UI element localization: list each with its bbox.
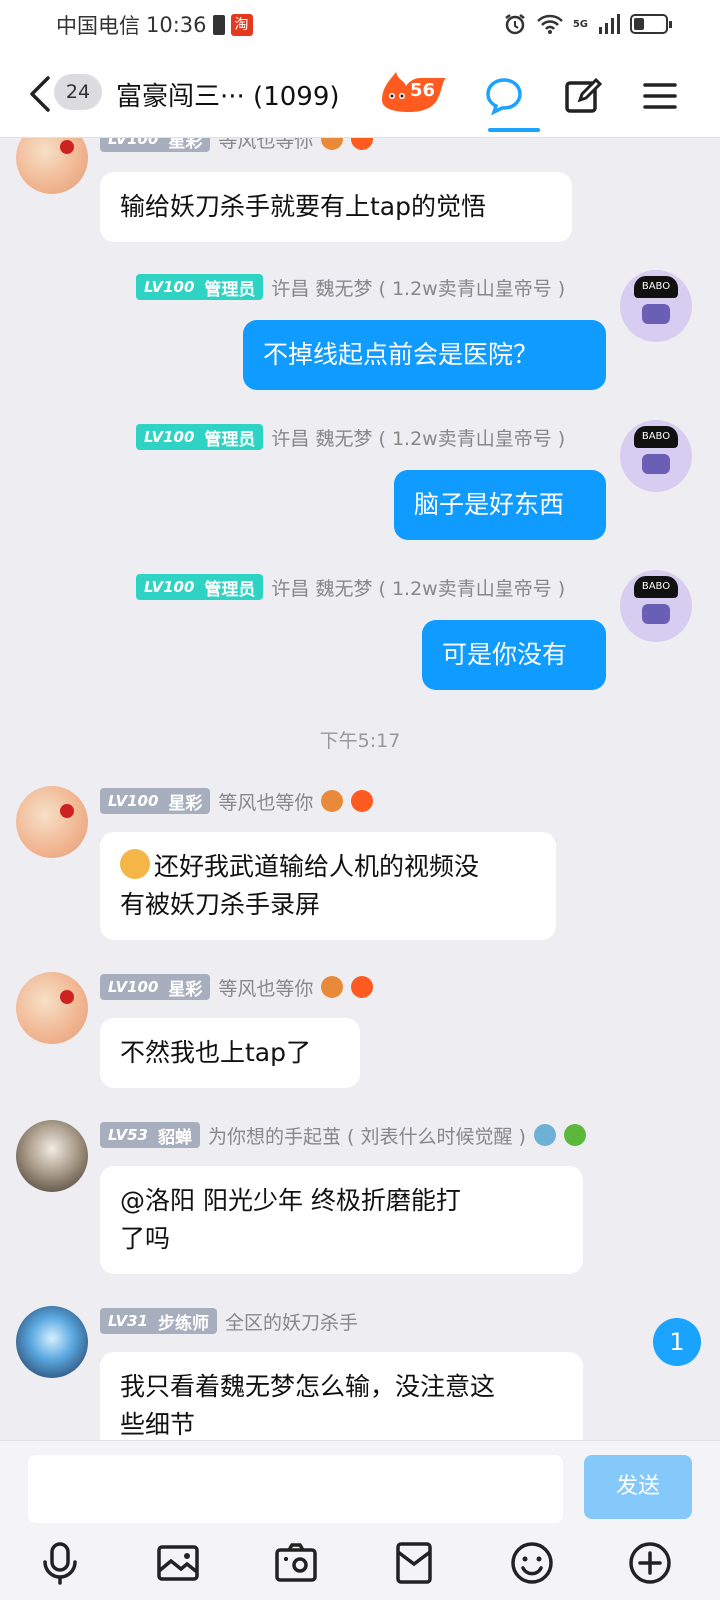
chat-bubble-icon[interactable]	[484, 76, 524, 116]
message-text-line: 有被妖刀杀手录屏	[120, 890, 321, 919]
message-bubble[interactable]: 可是你没有	[422, 620, 606, 690]
image-icon[interactable]	[156, 1541, 200, 1585]
doge-emoji-icon	[120, 849, 150, 879]
streak-count: 56	[410, 80, 436, 101]
unread-count-badge[interactable]: 24	[54, 74, 102, 110]
sender-name[interactable]: 等风也等你	[218, 138, 313, 153]
avatar[interactable]	[16, 786, 88, 858]
alarm-icon	[505, 14, 525, 35]
message-bubble[interactable]: 脑子是好东西	[394, 470, 606, 540]
sender-name[interactable]: 等风也等你	[218, 788, 313, 815]
fire-emoji-icon	[351, 976, 374, 998]
wifi-icon	[536, 14, 563, 34]
message-bubble[interactable]: 还好我武道输给人机的视频没 有被妖刀杀手录屏	[100, 832, 556, 940]
avatar[interactable]	[16, 138, 88, 194]
smile-emoji-icon	[563, 1124, 586, 1146]
plus-icon[interactable]	[628, 1541, 672, 1585]
send-button[interactable]: 发送	[584, 1455, 692, 1519]
group-title[interactable]: 富豪闯三··· (1099)	[116, 76, 340, 113]
sim-warning-icon	[212, 15, 225, 35]
chat-header: 24 富豪闯三··· (1099) 56	[0, 48, 720, 138]
title-emoji-icon	[321, 138, 344, 150]
member-badge: LV53 貂蝉	[100, 1122, 200, 1148]
message-text-line: @洛阳 阳光少年 终极折磨能打	[120, 1186, 461, 1215]
status-left: 中国电信 10:36 淘	[56, 10, 253, 40]
clock: 10:36	[146, 13, 207, 37]
new-message-indicator[interactable]: 1	[653, 1318, 701, 1366]
avatar[interactable]	[16, 1306, 88, 1378]
sender-meta: LV53 貂蝉 为你想的手起茧 ( 刘表什么时候觉醒 )	[100, 1122, 586, 1148]
sender-name[interactable]: 为你想的手起茧 ( 刘表什么时候觉醒 )	[208, 1122, 526, 1149]
red-packet-icon[interactable]	[392, 1541, 436, 1585]
status-bar: 中国电信 10:36 淘 5G	[0, 0, 720, 48]
time-divider: 下午5:17	[319, 730, 401, 752]
message-text-line: 还好我武道输给人机的视频没	[154, 852, 480, 881]
network-type: 5G	[572, 18, 588, 30]
admin-badge: LV100 管理员	[136, 424, 264, 450]
sender-meta: LV31 步练师 全区的妖刀杀手	[100, 1308, 358, 1334]
edit-note-icon[interactable]	[562, 76, 602, 116]
fire-emoji-icon	[351, 138, 374, 150]
message-bubble[interactable]: 不然我也上tap了	[100, 1018, 360, 1088]
emoji-icon[interactable]	[510, 1541, 554, 1585]
title-emoji-icon	[321, 976, 344, 998]
avatar[interactable]: BABO	[620, 420, 692, 492]
fire-streak-badge[interactable]: 56	[378, 70, 450, 114]
avatar[interactable]	[16, 972, 88, 1044]
carrier-label: 中国电信	[56, 14, 140, 38]
message-input[interactable]	[28, 1455, 563, 1523]
member-badge: LV100 星彩	[100, 788, 211, 814]
sender-meta: LV100 管理员 许昌 魏无梦 ( 1.2w卖青山皇帝号 )	[136, 274, 565, 300]
sender-meta: LV100 管理员 许昌 魏无梦 ( 1.2w卖青山皇帝号 )	[136, 424, 565, 450]
input-bar: 发送	[0, 1440, 720, 1600]
battery-icon	[630, 14, 672, 34]
microphone-icon[interactable]	[38, 1541, 82, 1585]
sender-name[interactable]: 许昌 魏无梦 ( 1.2w卖青山皇帝号 )	[271, 574, 565, 601]
avatar[interactable]: BABO	[620, 570, 692, 642]
sender-meta: LV100 星彩 等风也等你	[100, 788, 374, 815]
dragon-emoji-icon	[533, 1124, 556, 1146]
member-badge: LV31 步练师	[100, 1308, 217, 1334]
message-bubble[interactable]: 输给妖刀杀手就要有上tap的觉悟	[100, 172, 572, 242]
sender-name[interactable]: 许昌 魏无梦 ( 1.2w卖青山皇帝号 )	[271, 424, 565, 451]
message-list[interactable]: LV100 星彩 等风也等你 输给妖刀杀手就要有上tap的觉悟 LV100 管理员 …	[0, 138, 720, 1440]
sender-meta: LV100 管理员 许昌 魏无梦 ( 1.2w卖青山皇帝号 )	[136, 574, 565, 600]
menu-icon[interactable]	[640, 76, 680, 116]
taobao-notification-icon: 淘	[230, 14, 253, 36]
member-badge: LV100 星彩	[100, 974, 211, 1000]
sender-name[interactable]: 许昌 魏无梦 ( 1.2w卖青山皇帝号 )	[271, 274, 565, 301]
avatar[interactable]	[16, 1120, 88, 1192]
member-badge: LV100 星彩	[100, 138, 211, 152]
sender-meta: LV100 星彩 等风也等你	[100, 974, 374, 1001]
title-emoji-icon	[321, 790, 344, 812]
admin-badge: LV100 管理员	[136, 574, 264, 600]
message-text-line: 些细节	[120, 1410, 196, 1439]
camera-icon[interactable]	[274, 1541, 318, 1585]
status-right: 5G	[503, 12, 672, 36]
avatar[interactable]: BABO	[620, 270, 692, 342]
active-tab-indicator	[488, 128, 540, 132]
sender-meta: LV100 星彩 等风也等你	[100, 138, 374, 153]
message-bubble[interactable]: 我只看着魏无梦怎么输，没注意这 些细节	[100, 1352, 583, 1440]
message-bubble[interactable]: 不掉线起点前会是医院？	[243, 320, 606, 390]
back-arrow-icon[interactable]	[26, 74, 56, 114]
sender-name[interactable]: 等风也等你	[218, 974, 313, 1001]
message-text-line: 我只看着魏无梦怎么输，没注意这	[120, 1372, 496, 1401]
message-text-line: 了吗	[120, 1224, 171, 1253]
fire-emoji-icon	[351, 790, 374, 812]
sender-name[interactable]: 全区的妖刀杀手	[225, 1308, 358, 1335]
signal-icon	[599, 14, 620, 34]
message-bubble[interactable]: @洛阳 阳光少年 终极折磨能打 了吗	[100, 1166, 583, 1274]
admin-badge: LV100 管理员	[136, 274, 264, 300]
